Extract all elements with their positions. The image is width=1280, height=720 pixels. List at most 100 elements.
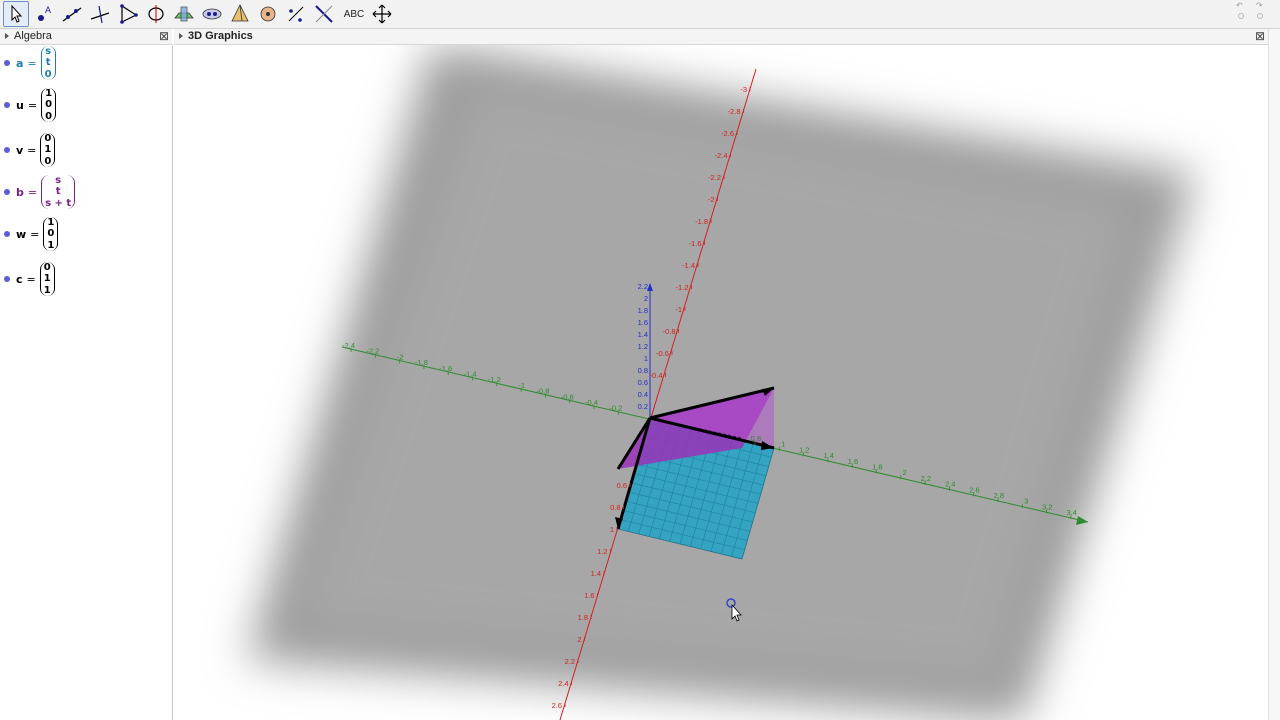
x-axis-tick-label: -0.4	[585, 398, 598, 407]
algebra-item-b[interactable]: b = s t s + t	[0, 173, 172, 211]
component: 1	[44, 144, 52, 156]
line-tool-button[interactable]	[59, 1, 85, 27]
y-axis-tick-label: -1	[675, 305, 682, 314]
polygon-tool-button[interactable]	[115, 1, 141, 27]
close-algebra-icon[interactable]: ⊠	[159, 29, 169, 43]
component: s	[45, 45, 52, 57]
y-axis-tick-label: -2.4	[715, 151, 728, 160]
z-axis-tick-label: 0.6	[638, 378, 648, 387]
algebra-header: Algebra ⊠	[0, 29, 172, 45]
y-axis-tick-label: 1.6	[584, 591, 594, 600]
z-axis-tick-label: 1.8	[638, 306, 648, 315]
y-axis-tick-label: 2	[577, 635, 581, 644]
point-tool-button[interactable]: A	[31, 1, 57, 27]
x-axis-tick-label: 1.6	[848, 457, 858, 466]
y-axis-tick-label: -1.4	[682, 261, 695, 270]
close-graphics-icon[interactable]: ⊠	[1255, 29, 1265, 43]
vector-components: 0 1 0	[40, 132, 56, 168]
z-axis-tick-label: 2	[644, 294, 648, 303]
algebra-item-a[interactable]: a = s t 0	[0, 45, 172, 81]
algebra-item-w[interactable]: w = 1 0 1	[0, 214, 172, 254]
visibility-dot-icon[interactable]	[4, 147, 10, 153]
x-axis-tick-label: -1.2	[488, 375, 501, 384]
object-name: a	[16, 56, 24, 70]
object-name: v	[16, 143, 24, 157]
y-axis-tick-label: -0.8	[663, 327, 676, 336]
perpendicular-line-tool-button[interactable]	[87, 1, 113, 27]
x-axis-tick-label: 3	[1024, 497, 1028, 506]
x-axis-tick-label: -1	[518, 381, 525, 390]
component: 0	[44, 68, 52, 80]
view-direction-icon	[315, 5, 333, 23]
graphics-3d-view[interactable]: -2.4 -2.2 -2 -1.8 -1.6 -1.4 -1.2 -1 -0.8 -0.6 -0.4…	[174, 45, 1268, 720]
component: 1	[43, 284, 51, 296]
visibility-dot-icon[interactable]	[4, 189, 10, 195]
algebra-item-u[interactable]: u = 1 0 0	[0, 85, 172, 125]
algebra-item-c[interactable]: c = 0 1 1	[0, 259, 172, 299]
visibility-dot-icon[interactable]	[4, 276, 10, 282]
cursor-arrow-icon	[11, 4, 23, 23]
component: t	[55, 186, 61, 198]
right-scrollbar[interactable]	[1268, 29, 1280, 720]
x-axis-tick-label: 2	[903, 468, 907, 477]
y-axis-tick-label: 2.4	[558, 679, 568, 688]
component: s	[55, 174, 62, 186]
component: 0	[44, 132, 52, 144]
graphics-header: 3D Graphics ⊠	[174, 29, 1268, 45]
object-name: w	[16, 227, 27, 241]
component: 1	[47, 216, 55, 228]
vector-components: s t 0	[40, 45, 56, 81]
y-axis-tick-label: -3	[740, 85, 747, 94]
x-axis-tick-label: 2.2	[921, 474, 931, 483]
circle-tool-button[interactable]	[143, 1, 169, 27]
z-axis-tick-label: 0.2	[638, 402, 648, 411]
visibility-dot-icon[interactable]	[4, 60, 10, 66]
collapse-triangle-icon[interactable]	[5, 33, 9, 40]
reflect-icon	[288, 6, 304, 22]
text-tool-button[interactable]: ABC	[341, 1, 367, 27]
algebra-title: Algebra	[14, 30, 52, 42]
vector-components: 0 1 1	[39, 261, 55, 297]
vector-components: 1 0 1	[43, 216, 59, 252]
undo-redo-icons[interactable]: ↶ ↷	[1222, 0, 1272, 26]
component: 1	[47, 239, 55, 251]
move-tool-button[interactable]	[3, 1, 29, 27]
y-axis-tick-label: -0.4	[650, 371, 663, 380]
x-axis-tick-label: -1.8	[415, 358, 428, 367]
polygon-icon	[120, 4, 138, 24]
x-axis-tick-label: 1.8	[872, 463, 882, 472]
view-tool-button[interactable]	[311, 1, 337, 27]
svg-text:↶: ↶	[1235, 1, 1243, 10]
text-tool-label: ABC	[343, 8, 365, 20]
pyramid-tool-button[interactable]	[227, 1, 253, 27]
x-axis-tick-label: 2.6	[969, 485, 979, 494]
x-axis-tick-label: -1.4	[464, 370, 477, 379]
component: 0	[45, 110, 53, 122]
sphere-tool-button[interactable]	[199, 1, 225, 27]
component: t	[45, 57, 51, 69]
y-axis-tick-label: -2	[708, 195, 715, 204]
y-axis-tick-label: 1	[610, 525, 614, 534]
y-axis-tick-label: 1.8	[578, 613, 588, 622]
intersect-tool-button[interactable]	[171, 1, 197, 27]
component: s + t	[45, 197, 72, 209]
y-axis-tick-label: -1.6	[689, 239, 702, 248]
component: 0	[43, 261, 51, 273]
algebra-item-v[interactable]: v = 0 1 0	[0, 130, 172, 170]
z-axis-tick-label: 1	[644, 354, 648, 363]
x-axis-tick-label: -2.2	[366, 347, 379, 356]
x-axis-tick-label: -1.6	[439, 364, 452, 373]
object-name: c	[16, 272, 23, 286]
visibility-dot-icon[interactable]	[4, 102, 10, 108]
reflect-tool-button[interactable]	[283, 1, 309, 27]
y-axis-tick-label: 0.6	[617, 481, 627, 490]
point-icon: A	[38, 5, 51, 21]
graphics-3d-canvas[interactable]: -2.4 -2.2 -2 -1.8 -1.6 -1.4 -1.2 -1 -0.8 -0.6 -0.4…	[174, 45, 1268, 720]
rotate-tool-button[interactable]	[255, 1, 281, 27]
collapse-triangle-icon[interactable]	[179, 33, 183, 40]
vector-components: s t s + t	[41, 174, 76, 210]
component: 0	[45, 99, 53, 111]
move-view-tool-button[interactable]	[369, 1, 395, 27]
visibility-dot-icon[interactable]	[4, 231, 10, 237]
z-axis-tick-label: 2.2	[638, 282, 648, 291]
